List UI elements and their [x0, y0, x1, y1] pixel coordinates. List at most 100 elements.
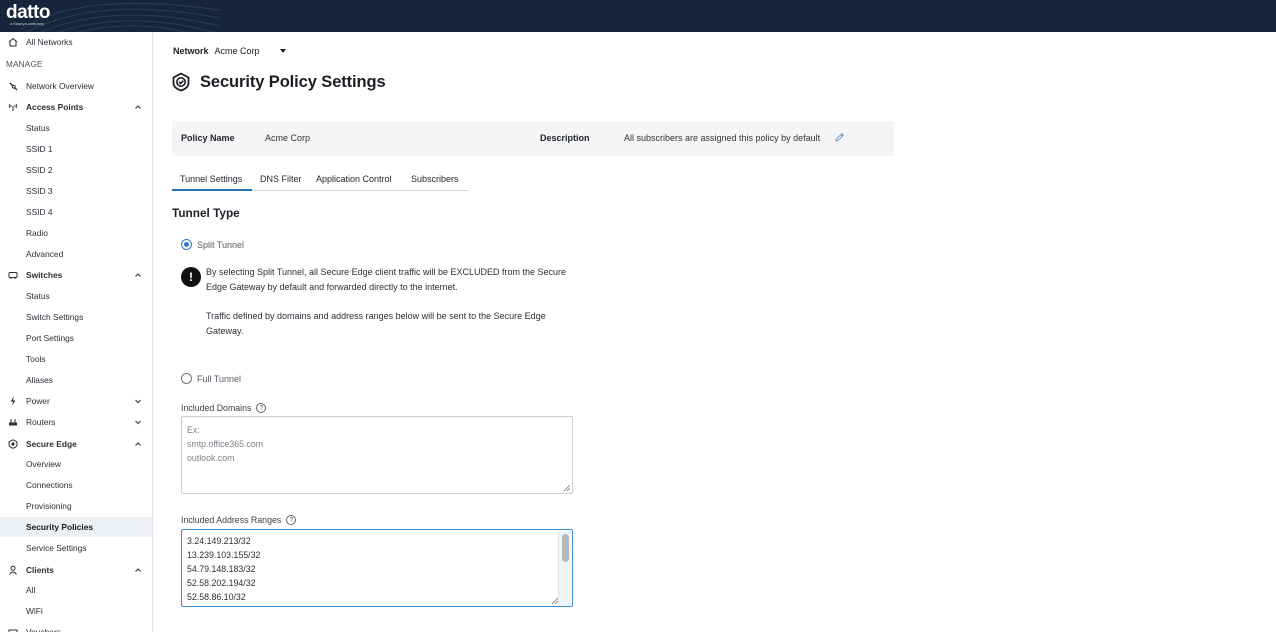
chevron-up-icon[interactable] — [134, 440, 142, 448]
sidebar-item-clients[interactable]: Clients — [0, 560, 152, 580]
sidebar-item-radio[interactable]: Radio — [0, 223, 152, 243]
sidebar-item-switch-settings[interactable]: Switch Settings — [0, 307, 152, 327]
domains-placeholder-line: smtp.office365.com — [187, 439, 264, 449]
description-label: Description — [540, 133, 590, 143]
chevron-down-icon[interactable] — [134, 418, 142, 426]
included-address-ranges-textarea[interactable]: 3.24.149.213/32 13.239.103.155/32 54.79.14… — [181, 529, 573, 607]
shield-icon — [8, 439, 18, 449]
help-question-icon[interactable]: ? — [286, 515, 297, 525]
policy-summary-bar: Policy Name Acme Corp Description All su… — [172, 121, 894, 156]
address-range-line: 13.239.103.155/32 — [187, 550, 261, 560]
split-tunnel-option[interactable]: Split Tunnel — [181, 239, 244, 250]
address-range-line: 3.24.149.213/32 — [187, 536, 251, 546]
sidebar-item-service-settings[interactable]: Service Settings — [0, 538, 152, 558]
sidebar-item-network-overview[interactable]: Network Overview — [0, 76, 152, 96]
sidebar-item-security-policies[interactable]: Security Policies — [0, 517, 152, 537]
tab-subscribers[interactable]: Subscribers — [411, 174, 459, 184]
sidebar-item-tools[interactable]: Tools — [0, 349, 152, 369]
resize-handle-icon[interactable] — [563, 484, 570, 491]
policy-name-label: Policy Name — [181, 133, 235, 143]
sidebar-item-provisioning[interactable]: Provisioning — [0, 496, 152, 516]
sidebar-item-ssid1[interactable]: SSID 1 — [0, 139, 152, 159]
sidebar-item-power[interactable]: Power — [0, 391, 152, 411]
sidebar-item-ap-status[interactable]: Status — [0, 118, 152, 138]
sidebar-item-label: Overview — [26, 459, 61, 469]
exclamation-icon: ! — [181, 267, 201, 287]
sidebar-item-port-settings[interactable]: Port Settings — [0, 328, 152, 348]
textarea-scrollbar[interactable] — [558, 531, 571, 606]
sidebar-item-label: SSID 1 — [26, 144, 53, 154]
sidebar-item-aliases[interactable]: Aliases — [0, 370, 152, 390]
sidebar-item-label: Connections — [26, 480, 73, 490]
sidebar-item-label: All — [26, 585, 36, 595]
sidebar-item-sw-status[interactable]: Status — [0, 286, 152, 306]
resize-handle-icon[interactable] — [551, 597, 558, 604]
pencil-edit-icon[interactable] — [834, 132, 845, 143]
sidebar-item-all[interactable]: All — [0, 580, 152, 600]
sidebar-item-label: Switch Settings — [26, 312, 84, 322]
main-content: Network Acme Corp Security Policy Settin… — [154, 32, 1276, 632]
caret-down-icon[interactable] — [279, 49, 286, 53]
sidebar-item-label: Routers — [26, 417, 56, 427]
header-swoosh-decoration — [20, 2, 220, 32]
sidebar-item-label: Access Points — [26, 102, 84, 112]
active-tab-indicator — [172, 189, 252, 191]
sidebar-item-access-points[interactable]: Access Points — [0, 97, 152, 117]
sidebar-item-label: Port Settings — [26, 333, 74, 343]
sidebar-item-advanced[interactable]: Advanced — [0, 244, 152, 264]
sidebar-item-ssid2[interactable]: SSID 2 — [0, 160, 152, 180]
sidebar-item-se-overview[interactable]: Overview — [0, 454, 152, 474]
router-icon — [8, 417, 18, 427]
chevron-down-icon[interactable] — [134, 397, 142, 405]
sidebar-item-switches[interactable]: Switches — [0, 265, 152, 285]
address-range-line: 35.156.241.75/32 — [187, 604, 567, 606]
split-tunnel-radio[interactable] — [181, 239, 192, 250]
ticket-icon — [8, 627, 18, 632]
sidebar-item-label: Clients — [26, 565, 54, 575]
datto-logo[interactable]: datto — [6, 3, 50, 23]
scrollbar-thumb[interactable] — [562, 534, 569, 562]
sidebar-item-connections[interactable]: Connections — [0, 475, 152, 495]
chevron-up-icon[interactable] — [134, 271, 142, 279]
sidebar-item-label: Security Policies — [26, 522, 94, 532]
sidebar-item-label: Network Overview — [26, 81, 94, 91]
domains-placeholder-line: outlook.com — [187, 453, 235, 463]
included-ranges-label-row: Included Address Ranges ? — [181, 515, 297, 525]
sidebar-item-wifi[interactable]: WiFi — [0, 601, 152, 621]
sidebar-item-ssid4[interactable]: SSID 4 — [0, 202, 152, 222]
sidebar-item-label: Service Settings — [26, 543, 87, 553]
full-tunnel-label: Full Tunnel — [197, 373, 242, 384]
chevron-up-icon[interactable] — [134, 103, 142, 111]
sidebar-item-label: Status — [26, 291, 50, 301]
top-bar: datto a Kaseya company — [0, 0, 1276, 32]
sidebar-item-ssid3[interactable]: SSID 3 — [0, 181, 152, 201]
kaseya-sublogo: a Kaseya company — [10, 21, 45, 26]
help-question-icon[interactable]: ? — [256, 403, 267, 413]
page-title: Security Policy Settings — [200, 72, 386, 91]
sidebar-item-vouchers[interactable]: Vouchers — [0, 622, 152, 632]
sidebar-item-secure-edge[interactable]: Secure Edge — [0, 434, 152, 454]
full-tunnel-option[interactable]: Full Tunnel — [181, 373, 241, 384]
chevron-up-icon[interactable] — [134, 566, 142, 574]
split-tunnel-label: Split Tunnel — [197, 239, 245, 250]
address-range-line: 52.58.202.194/32 — [187, 578, 256, 588]
sidebar-item-routers[interactable]: Routers — [0, 412, 152, 432]
sidebar: MANAGE All Networks Network Overview Access… — [0, 32, 153, 632]
policy-name-value: Acme Corp — [265, 133, 311, 143]
power-icon — [8, 396, 18, 406]
tab-bar: Tunnel Settings DNS Filter Application C… — [172, 168, 469, 191]
network-selector[interactable]: Network Acme Corp — [173, 46, 286, 56]
sidebar-item-all-networks[interactable]: All Networks — [0, 32, 152, 52]
manage-section-header: MANAGE — [6, 60, 43, 69]
sidebar-item-label: Secure Edge — [26, 439, 77, 449]
sidebar-item-label: WiFi — [26, 606, 43, 616]
home-icon — [8, 37, 18, 47]
tab-application-control[interactable]: Application Control — [316, 174, 392, 184]
tab-dns-filter[interactable]: DNS Filter — [260, 174, 302, 184]
alert-paragraph-2: Traffic defined by domains and address r… — [206, 311, 546, 336]
tab-tunnel-settings[interactable]: Tunnel Settings — [180, 174, 242, 184]
sidebar-item-label: Tools — [26, 354, 46, 364]
sidebar-item-label: Provisioning — [26, 501, 72, 511]
included-domains-textarea[interactable]: Ex: smtp.office365.com outlook.com — [181, 416, 573, 494]
full-tunnel-radio[interactable] — [181, 373, 192, 384]
